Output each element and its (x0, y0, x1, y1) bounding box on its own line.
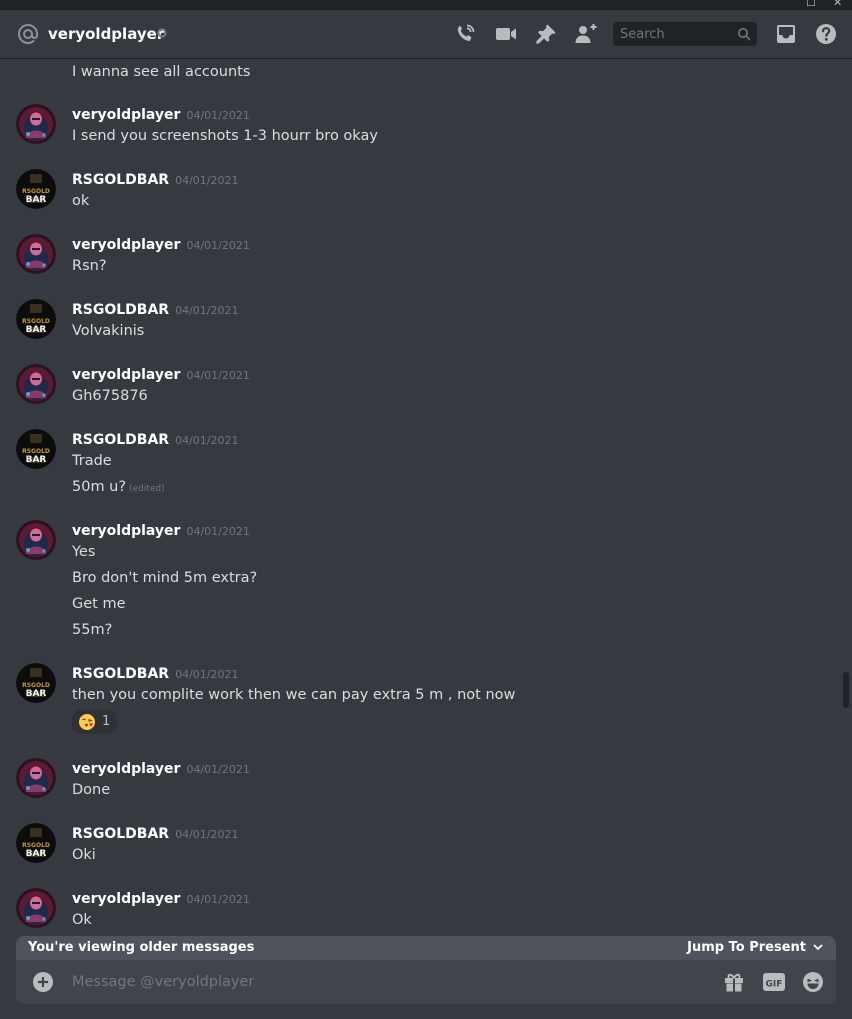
kissing-face-emoji-icon (79, 714, 95, 730)
message-timestamp: 04/01/2021 (175, 174, 239, 187)
message-text: Volvakinis (72, 323, 145, 339)
window-titlebar: ☐ ✕ (0, 0, 852, 10)
avatar[interactable] (16, 758, 56, 798)
message-author[interactable]: veryoldplayer (72, 891, 180, 907)
message-author[interactable]: RSGOLDBAR (72, 826, 169, 842)
avatar[interactable]: RSGOLD BAR (16, 823, 56, 863)
message-text: 55m? (72, 622, 113, 638)
message-text: Yes (72, 544, 96, 560)
avatar-logo-text: RSGOLD (22, 842, 50, 849)
message-author[interactable]: RSGOLDBAR (72, 666, 169, 682)
close-window-icon[interactable]: ✕ (833, 0, 842, 10)
message-timestamp: 04/01/2021 (186, 893, 250, 906)
message-composer: GIF (16, 960, 836, 1004)
avatar[interactable] (16, 104, 56, 144)
message-scrollbar-thumb[interactable] (843, 672, 849, 708)
avatar-logo-text: BAR (26, 195, 47, 205)
message-author[interactable]: veryoldplayer (72, 237, 180, 253)
dm-username: veryoldplayer (48, 25, 165, 43)
search-box[interactable] (613, 22, 757, 46)
message-timestamp: 04/01/2021 (186, 369, 250, 382)
chevron-down-icon[interactable] (812, 941, 824, 953)
message-text: Gh675876 (72, 388, 148, 404)
message-author[interactable]: RSGOLDBAR (72, 432, 169, 448)
video-call-icon[interactable] (494, 22, 518, 46)
message-scrollbar-track[interactable] (838, 62, 846, 932)
message-text: Done (72, 782, 111, 798)
message-text: Oki (72, 847, 96, 863)
message-list[interactable]: I wanna see all accounts veryoldplayer 04… (0, 58, 836, 936)
avatar-logo-text: RSGOLD (22, 318, 50, 325)
message-author[interactable]: veryoldplayer (72, 107, 180, 123)
avatar[interactable]: RSGOLD BAR (16, 663, 56, 703)
attach-plus-icon[interactable] (32, 971, 54, 993)
message-timestamp: 04/01/2021 (186, 525, 250, 538)
search-input[interactable] (613, 22, 736, 46)
message-author[interactable]: veryoldplayer (72, 523, 180, 539)
avatar[interactable] (16, 364, 56, 404)
channel-header: veryoldplayer (0, 10, 852, 58)
message-text: I send you screenshots 1-3 hourr bro oka… (72, 128, 378, 144)
gif-icon[interactable]: GIF (762, 970, 786, 994)
avatar-logo-text: BAR (26, 849, 47, 859)
message-timestamp: 04/01/2021 (175, 434, 239, 447)
message-text: ok (72, 193, 90, 209)
message-timestamp: 04/01/2021 (186, 239, 250, 252)
reaction-count: 1 (102, 714, 111, 729)
message-text-content: 50m u? (72, 479, 127, 495)
message-timestamp: 04/01/2021 (175, 668, 239, 681)
edited-label: (edited) (129, 484, 165, 494)
avatar-logo-text: RSGOLD (22, 188, 50, 195)
search-icon (738, 28, 751, 41)
avatar[interactable]: RSGOLD BAR (16, 429, 56, 469)
avatar-logo-text: BAR (26, 455, 47, 465)
message-author[interactable]: veryoldplayer (72, 761, 180, 777)
maximize-icon[interactable]: ☐ (806, 0, 816, 10)
gift-icon[interactable] (722, 970, 746, 994)
avatar-logo-text: RSGOLD (22, 448, 50, 455)
message-author[interactable]: RSGOLDBAR (72, 172, 169, 188)
help-icon[interactable] (814, 22, 838, 46)
message-text: Rsn? (72, 258, 107, 274)
older-messages-bar: You're viewing older messages Jump To Pr… (16, 936, 836, 960)
phone-call-icon[interactable] (453, 22, 477, 46)
message-text: Trade (72, 453, 112, 469)
status-offline-icon (157, 28, 167, 38)
message-timestamp: 04/01/2021 (175, 304, 239, 317)
message-timestamp: 04/01/2021 (186, 109, 250, 122)
message-text: 50m u? (edited) (72, 477, 165, 499)
at-icon (18, 23, 38, 44)
avatar[interactable] (16, 888, 56, 928)
message-text: I wanna see all accounts (72, 64, 251, 80)
message-text: then you complite work then we can pay e… (72, 687, 516, 703)
message-input[interactable] (72, 960, 632, 1004)
message-text: Bro don't mind 5m extra? (72, 570, 258, 586)
message-timestamp: 04/01/2021 (175, 828, 239, 841)
reaction-button[interactable]: 1 (72, 710, 117, 734)
jump-to-present-button[interactable]: Jump To Present (687, 939, 806, 957)
message-author[interactable]: RSGOLDBAR (72, 302, 169, 318)
inbox-icon[interactable] (774, 22, 798, 46)
message-text: Get me (72, 596, 126, 612)
avatar[interactable] (16, 234, 56, 274)
avatar[interactable] (16, 520, 56, 560)
message-author[interactable]: veryoldplayer (72, 367, 180, 383)
avatar-logo-text: RSGOLD (22, 682, 50, 689)
avatar[interactable]: RSGOLD BAR (16, 299, 56, 339)
avatar[interactable]: RSGOLD BAR (16, 169, 56, 209)
avatar-logo-text: BAR (26, 325, 47, 335)
message-timestamp: 04/01/2021 (186, 763, 250, 776)
avatar-logo-text: BAR (26, 689, 47, 699)
older-messages-label: You're viewing older messages (28, 940, 255, 955)
message-text: Ok (72, 912, 92, 928)
emoji-picker-icon[interactable] (801, 970, 825, 994)
add-friend-icon[interactable] (574, 22, 598, 46)
gif-label: GIF (766, 980, 783, 990)
pin-icon[interactable] (534, 22, 558, 46)
